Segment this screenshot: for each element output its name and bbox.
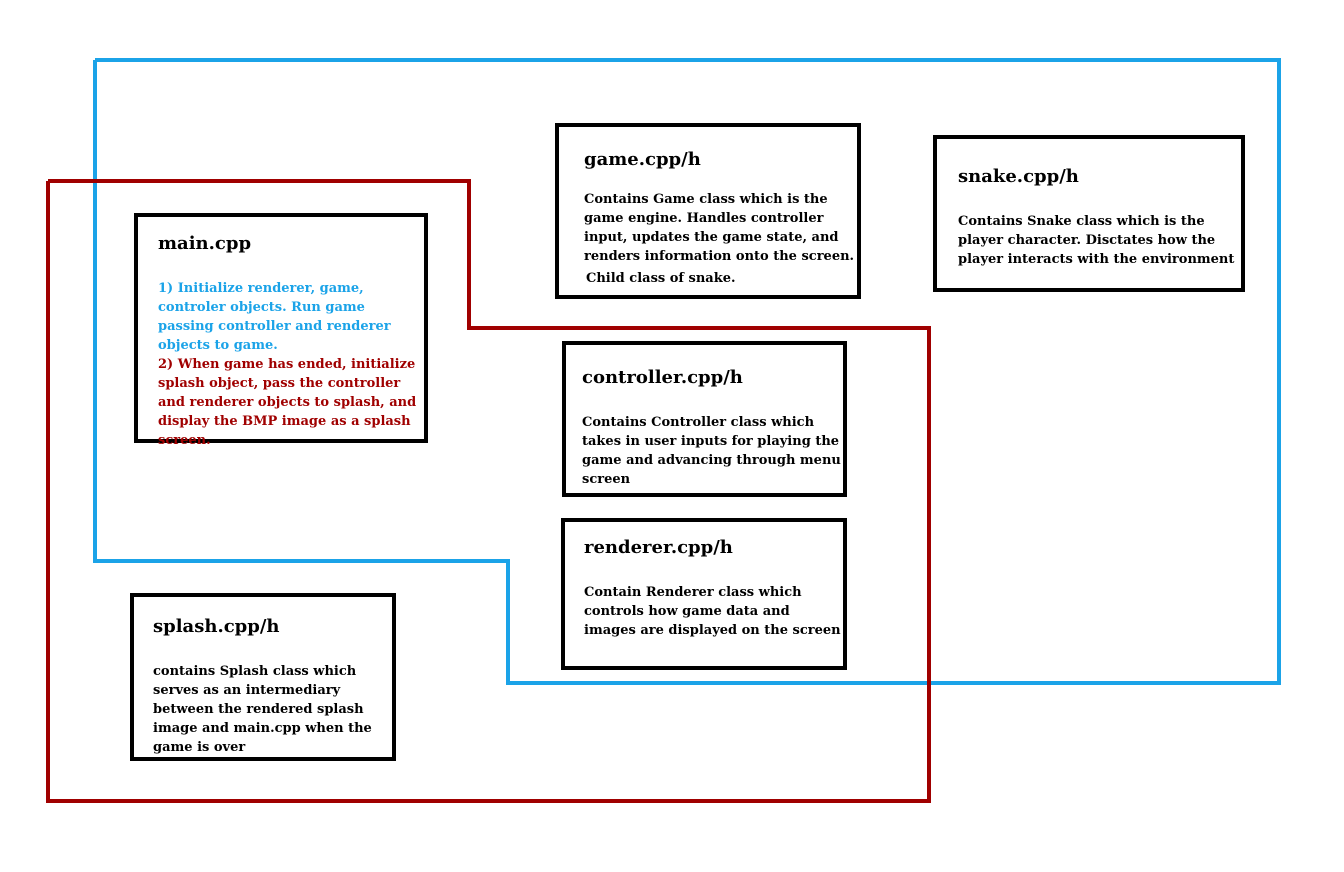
renderer-cpp-box: renderer.cpp/h Contain Renderer class wh…: [561, 518, 847, 670]
controller-cpp-title: controller.cpp/h: [582, 367, 743, 388]
main-cpp-title: main.cpp: [158, 233, 252, 254]
snake-cpp-description: Contains Snake class which is the player…: [958, 214, 1235, 267]
main-cpp-box: main.cpp 1) Initialize renderer, game, c…: [134, 213, 428, 448]
game-cpp-note: Child class of snake.: [586, 271, 736, 286]
game-cpp-description: Contains Game class which is the game en…: [584, 192, 855, 264]
splash-cpp-description: contains Splash class which serves as an…: [153, 664, 372, 755]
architecture-diagram: main.cpp 1) Initialize renderer, game, c…: [0, 0, 1344, 872]
renderer-cpp-title: renderer.cpp/h: [584, 537, 733, 558]
splash-cpp-box: splash.cpp/h contains Splash class which…: [130, 593, 396, 761]
controller-cpp-box: controller.cpp/h Contains Controller cla…: [562, 341, 847, 497]
main-step-2: 2) When game has ended, initialize splas…: [158, 357, 417, 448]
snake-cpp-box: snake.cpp/h Contains Snake class which i…: [933, 135, 1245, 292]
snake-cpp-title: snake.cpp/h: [958, 166, 1079, 187]
main-step-1: 1) Initialize renderer, game, controler …: [158, 281, 391, 353]
game-cpp-box: game.cpp/h Contains Game class which is …: [555, 123, 861, 299]
splash-cpp-title: splash.cpp/h: [153, 616, 280, 637]
controller-cpp-description: Contains Controller class which takes in…: [582, 415, 841, 487]
renderer-cpp-description: Contain Renderer class which controls ho…: [584, 585, 841, 638]
game-cpp-title: game.cpp/h: [584, 149, 701, 170]
